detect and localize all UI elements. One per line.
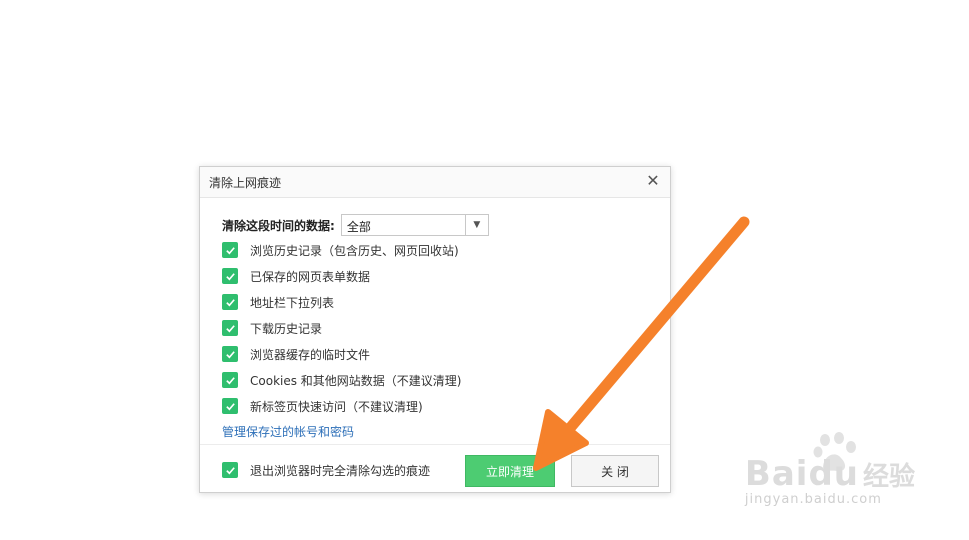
clear-now-button[interactable]: 立即清理 — [465, 455, 555, 487]
watermark-logo-cn: 经验 — [862, 462, 915, 492]
option-clear-on-exit[interactable]: 退出浏览器时完全清除勾选的痕迹 — [222, 461, 430, 479]
checkbox-checked-icon[interactable] — [222, 372, 238, 388]
option-cache-files[interactable]: 浏览器缓存的临时文件 — [222, 345, 370, 363]
dialog-title: 清除上网痕迹 — [209, 176, 282, 190]
time-range-select[interactable]: 全部 ▼ — [340, 214, 489, 236]
option-form-data[interactable]: 已保存的网页表单数据 — [222, 267, 370, 285]
footer-divider — [200, 444, 670, 445]
option-label: 浏览历史记录（包含历史、网页回收站) — [250, 243, 459, 258]
close-icon[interactable]: ✕ — [644, 172, 662, 190]
option-label: 浏览器缓存的临时文件 — [250, 347, 371, 362]
checkbox-checked-icon[interactable] — [222, 346, 238, 362]
checkbox-checked-icon[interactable] — [222, 320, 238, 336]
option-cookies[interactable]: Cookies 和其他网站数据（不建议清理) — [222, 371, 461, 389]
watermark-logo-text-2: du — [808, 454, 859, 494]
dropdown-arrow-icon[interactable]: ▼ — [464, 215, 488, 235]
option-label: 新标签页快速访问（不建议清理) — [250, 399, 423, 414]
option-address-bar-list[interactable]: 地址栏下拉列表 — [222, 293, 334, 311]
clear-browsing-dialog: 清除上网痕迹 ✕ 清除这段时间的数据: 全部 ▼ 浏览历史记录（包含历史、网页回… — [199, 166, 671, 493]
option-label: Cookies 和其他网站数据（不建议清理) — [250, 373, 462, 388]
baidu-jingyan-watermark: Baidu 经验 jingyan.baidu.com — [745, 454, 915, 507]
manage-passwords-link[interactable]: 管理保存过的帐号和密码 — [222, 423, 354, 440]
checkbox-checked-icon[interactable] — [222, 398, 238, 414]
close-button[interactable]: 关 闭 — [571, 455, 659, 487]
option-label: 已保存的网页表单数据 — [250, 269, 371, 284]
checkbox-checked-icon[interactable] — [222, 242, 238, 258]
option-browsing-history[interactable]: 浏览历史记录（包含历史、网页回收站) — [222, 241, 459, 259]
time-range-label: 清除这段时间的数据: — [222, 218, 335, 233]
checkbox-checked-icon[interactable] — [222, 294, 238, 310]
checkbox-checked-icon[interactable] — [222, 268, 238, 284]
option-label: 地址栏下拉列表 — [250, 295, 335, 310]
dialog-titlebar: 清除上网痕迹 ✕ — [200, 167, 670, 198]
checkbox-checked-icon[interactable] — [222, 462, 238, 478]
option-label: 下载历史记录 — [250, 321, 323, 336]
time-range-value: 全部 — [346, 220, 371, 234]
option-new-tab-quick-access[interactable]: 新标签页快速访问（不建议清理) — [222, 397, 423, 415]
watermark-logo-text: Bai — [744, 454, 809, 494]
time-range-row: 清除这段时间的数据: 全部 ▼ — [222, 213, 489, 237]
option-label: 退出浏览器时完全清除勾选的痕迹 — [250, 463, 431, 478]
watermark-url: jingyan.baidu.com — [744, 492, 882, 507]
option-download-history[interactable]: 下载历史记录 — [222, 319, 322, 337]
